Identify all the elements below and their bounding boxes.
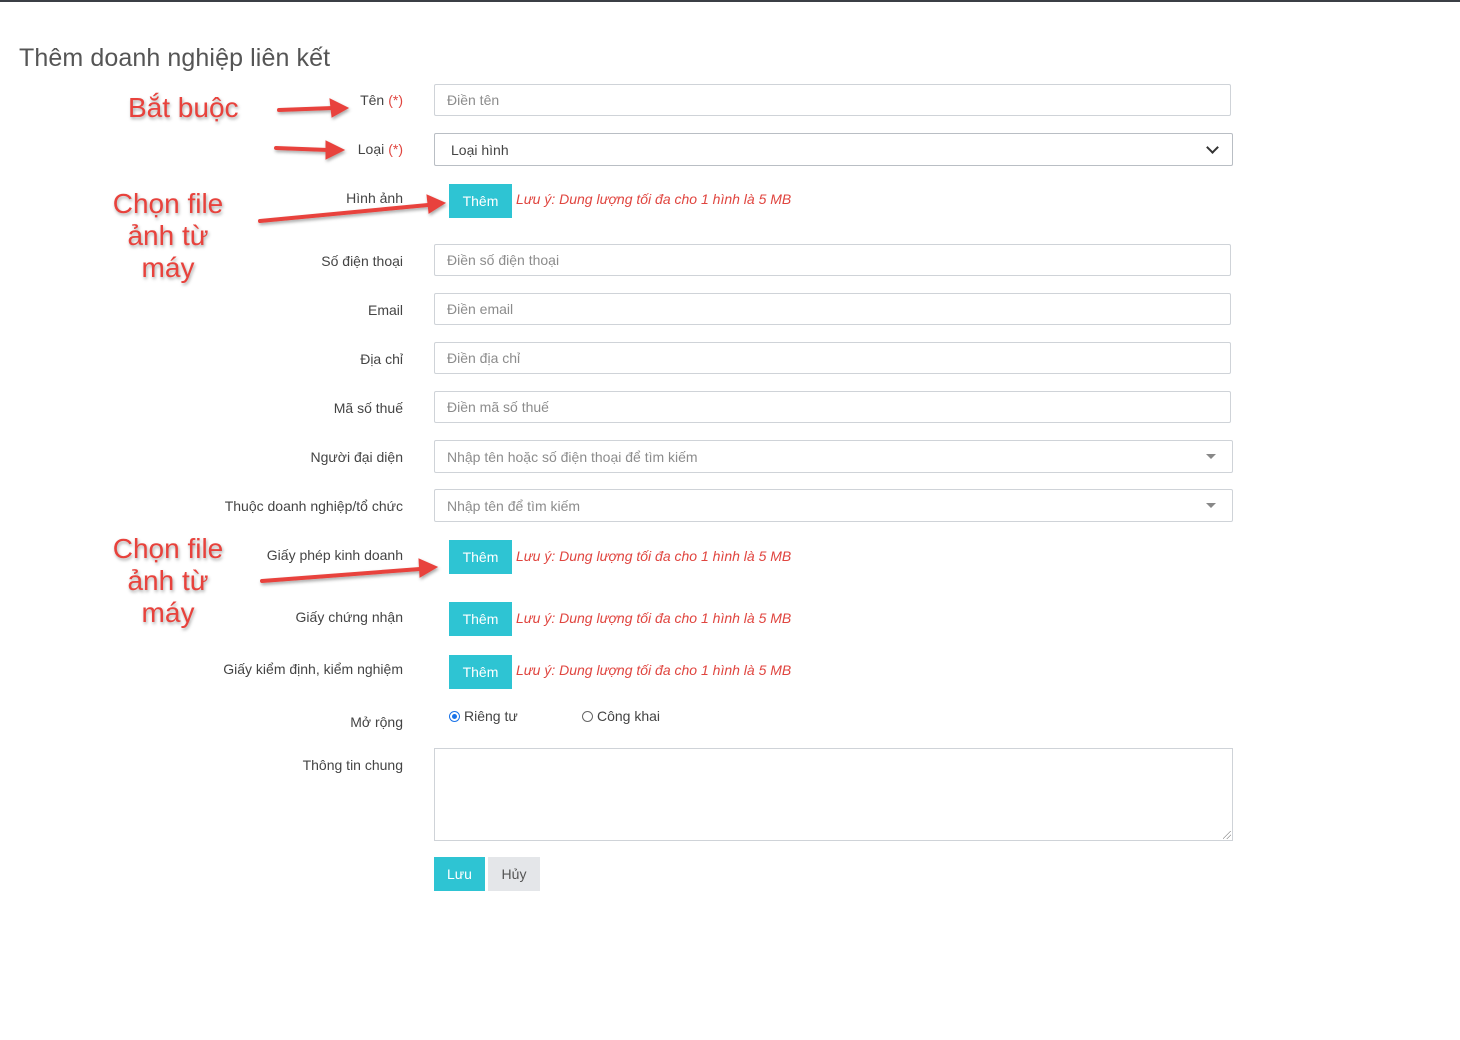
annotation-arrows [258, 98, 447, 583]
arrow-icon [258, 194, 447, 223]
arrow-icon [277, 98, 350, 118]
arrow-icon [274, 140, 346, 160]
arrow-icon [260, 558, 439, 583]
